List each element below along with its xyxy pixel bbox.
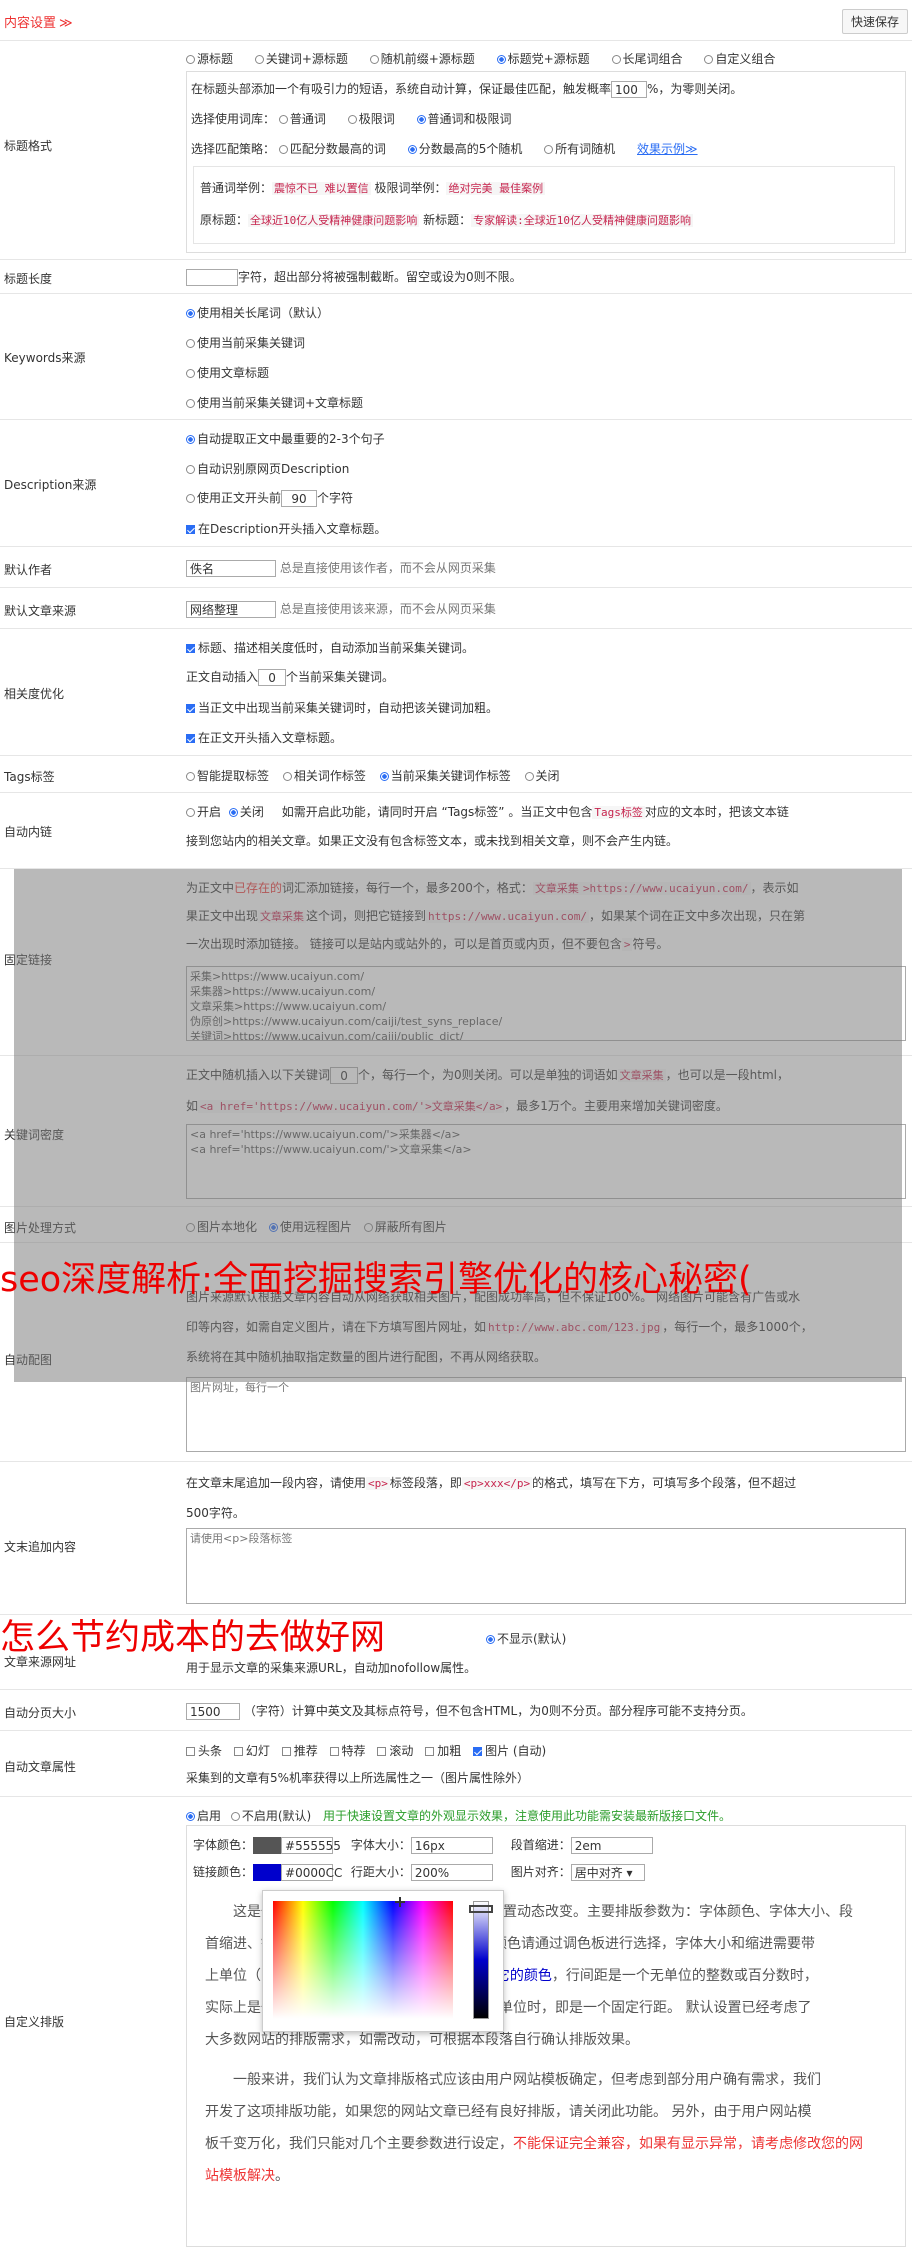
effect-example-link[interactable]: 效果示例≫ [637, 142, 698, 156]
radio-strategy[interactable]: 匹配分数最高的词 [278, 142, 386, 156]
overlay-headline-2: 怎么节约成本的去做好网 [0, 1618, 386, 1658]
radio-strategy[interactable]: 所有词随机 [544, 142, 615, 156]
checkbox-attr[interactable]: 头条 [186, 1744, 222, 1758]
radio-keywords[interactable]: 使用当前采集关键词 [186, 334, 305, 351]
example-box: 普通词举例： 震惊不已 难以置信 极限词举例： 绝对完美 最佳案例 原标题： 全球近1… [193, 166, 895, 244]
title-mode-group: 源标题 关键词+源标题 随机前缀+源标题 标题党+源标题 长尾词组合 自定义组合 [186, 50, 793, 67]
color-spectrum[interactable] [273, 1901, 453, 2019]
row-tags: Tags标签 智能提取标签 相关词作标签 当前采集关键词作标签 关闭 [0, 756, 912, 793]
radio-srcurl-hidden[interactable]: 不显示(默认) [486, 1630, 566, 1647]
radio-image[interactable]: 屏蔽所有图片 [363, 1220, 447, 1234]
row-description-source: Description来源 自动提取正文中最重要的2-3个句子 自动识别原网页D… [0, 420, 912, 547]
checkbox-attr[interactable]: 特荐 [329, 1744, 366, 1758]
radio-typeset-on[interactable]: 启用 [186, 1809, 221, 1823]
radio-strategy[interactable]: 分数最高的5个随机 [407, 142, 522, 156]
paging-size-input[interactable]: 1500 [186, 1703, 240, 1720]
quick-save-button[interactable]: 快速保存 [841, 9, 908, 34]
source-input[interactable]: 网络整理 [186, 601, 276, 618]
row-default-source: 默认文章来源 网络整理 总是直接使用该来源，而不会从网页采集 [0, 588, 912, 629]
font-color-input[interactable]: #555555 [281, 1837, 341, 1854]
slider-handle[interactable] [469, 1905, 493, 1913]
link-color-input[interactable]: #0000CC [281, 1864, 342, 1881]
radio-lib[interactable]: 极限词 [347, 112, 395, 126]
radio-image[interactable]: 图片本地化 [186, 1220, 257, 1234]
chevron-down-icon: ≫ [59, 16, 73, 31]
checkbox-relevance-3[interactable]: 当正文中出现当前采集关键词时，自动把该关键词加粗。 [186, 699, 498, 716]
radio-autolink-on[interactable]: 开启 [186, 805, 221, 819]
top-bar: 内容设置 ≫ 快速保存 [0, 0, 912, 41]
row-title-format: 标题格式 源标题 关键词+源标题 随机前缀+源标题 标题党+源标题 长尾词组合 … [0, 41, 912, 260]
row-auto-internal-link: 自动内链 开启 关闭 如需开启此功能，请同时开启 “Tags标签” 。当正文中包… [0, 793, 912, 869]
row-article-attrs: 自动文章属性 头条 幻灯 推荐 特荐 滚动 加粗 图片 (自动) 采集到的文章有… [0, 1731, 912, 1797]
checkbox-attr[interactable]: 推荐 [281, 1744, 318, 1758]
row-keywords-source: Keywords来源 使用相关长尾词（默认） 使用当前采集关键词 使用文章标题 … [0, 294, 912, 420]
link-color-swatch[interactable] [253, 1864, 282, 1881]
row-tail-content: 文末追加内容 在文章末尾追加一段内容，请使用 <p> 标签段落，即 <p>xxx</p… [0, 1462, 912, 1615]
radio-keywords[interactable]: 使用相关长尾词（默认） [186, 304, 329, 321]
checkbox-attr[interactable]: 加粗 [425, 1744, 461, 1758]
radio-title-mode[interactable]: 标题党+源标题 [496, 52, 590, 66]
radio-title-mode[interactable]: 源标题 [186, 52, 233, 66]
radio-keywords[interactable]: 使用文章标题 [186, 364, 269, 381]
color-picker-popup [262, 1890, 504, 2032]
checkbox-relevance-4[interactable]: 在正文开头插入文章标题。 [186, 729, 342, 746]
radio-lib[interactable]: 普通词 [278, 112, 326, 126]
checkbox-attr[interactable]: 幻灯 [233, 1744, 270, 1758]
density-textarea[interactable]: <a href='https://www.ucaiyun.com/'>采集器</… [186, 1124, 906, 1199]
radio-title-mode[interactable]: 随机前缀+源标题 [369, 52, 475, 66]
radio-typeset-off[interactable]: 不启用(默认) [230, 1809, 311, 1823]
checkbox-attr[interactable]: 滚动 [377, 1744, 413, 1758]
radio-title-mode[interactable]: 长尾词组合 [611, 52, 683, 66]
image-align-select[interactable]: 居中对齐 ▾ [570, 1864, 645, 1881]
line-height-input[interactable]: 200% [410, 1864, 493, 1881]
indent-input[interactable]: 2em [570, 1837, 653, 1854]
radio-title-mode[interactable]: 关键词+源标题 [254, 52, 348, 66]
radio-keywords[interactable]: 使用当前采集关键词+文章标题 [186, 394, 363, 411]
row-image-processing: 图片处理方式 图片本地化 使用远程图片 屏蔽所有图片 [0, 1207, 912, 1243]
radio-image[interactable]: 使用远程图片 [268, 1220, 352, 1234]
radio-description[interactable]: 使用正文开头前 [186, 491, 281, 505]
title-length-input[interactable] [186, 269, 238, 286]
font-color-swatch[interactable] [253, 1837, 282, 1854]
row-custom-typeset: 自定义排版 启用 不启用(默认) 用于快速设置文章的外观显示效果，注意使用此功能… [0, 1797, 912, 2249]
tail-content-textarea[interactable]: 请使用<p>段落标签 [186, 1528, 906, 1604]
font-size-input[interactable]: 16px [410, 1837, 493, 1854]
brightness-slider[interactable] [473, 1901, 489, 2019]
radio-tags[interactable]: 智能提取标签 [186, 769, 269, 783]
row-title-length: 标题长度 字符，超出部分将被强制截断。留空或设为0则不限。 [0, 260, 912, 294]
checkbox-attr[interactable]: 图片 (自动) [473, 1744, 546, 1758]
insert-keyword-count[interactable]: 0 [258, 669, 287, 686]
desc-chars-input[interactable]: 90 [281, 490, 318, 507]
typeset-panel: 字体颜色： #555555 字体大小： 16px 段首缩进： 2em 链接颜色： #00… [186, 1825, 906, 2247]
radio-lib[interactable]: 普通词和极限词 [416, 112, 512, 126]
checkbox-relevance-1[interactable]: 标题、描述相关度低时，自动添加当前采集关键词。 [186, 639, 474, 656]
author-input[interactable]: 佚名 [186, 560, 276, 577]
radio-autolink-off[interactable]: 关闭 [228, 805, 264, 819]
radio-tags[interactable]: 当前采集关键词作标签 [379, 769, 511, 783]
crosshair-icon [395, 1897, 405, 1907]
row-fixed-link: 固定链接 为正文中已存在的词汇添加链接，每行一个，最多200个，格式： 文章采集 >… [0, 869, 912, 1056]
row-default-author: 默认作者 佚名 总是直接使用该作者，而不会从网页采集 [0, 547, 912, 588]
overlay-headline-1: seo深度解析:全面挖掘搜索引擎优化的核心秘密( [0, 1260, 752, 1300]
row-paging: 自动分页大小 1500 （字符）计算中英文及其标点符号，但不包含HTML，为0则… [0, 1690, 912, 1731]
probability-input[interactable]: 100 [611, 81, 648, 98]
title-format-panel: 在标题头部添加一个有吸引力的短语，系统自动计算，保证最佳匹配，触发概率 100%，… [186, 71, 906, 253]
row-keyword-density: 关键词密度 正文中随机插入以下关键词 0 个，每行一个，为0则关闭。可以是单独的词语… [0, 1056, 912, 1207]
density-count-input[interactable]: 0 [330, 1067, 359, 1084]
radio-description[interactable]: 自动识别原网页Description [186, 460, 349, 477]
radio-tags[interactable]: 相关词作标签 [282, 769, 366, 783]
chevron-down-icon: ▾ [626, 1866, 633, 1880]
radio-tags[interactable]: 关闭 [524, 769, 560, 783]
fixed-link-textarea[interactable]: 采集>https://www.ucaiyun.com/ 采集器>https://… [186, 966, 906, 1041]
radio-title-mode[interactable]: 自定义组合 [704, 52, 775, 66]
radio-description[interactable]: 自动提取正文中最重要的2-3个句子 [186, 430, 385, 447]
image-url-textarea[interactable]: 图片网址，每行一个 [186, 1377, 906, 1452]
row-relevance: 相关度优化 标题、描述相关度低时，自动添加当前采集关键词。 正文自动插入 0 个当前… [0, 629, 912, 756]
section-title[interactable]: 内容设置 ≫ [4, 12, 73, 31]
checkbox-desc-title[interactable]: 在Description开头插入文章标题。 [186, 520, 386, 537]
row-label: 标题格式 [4, 139, 53, 153]
